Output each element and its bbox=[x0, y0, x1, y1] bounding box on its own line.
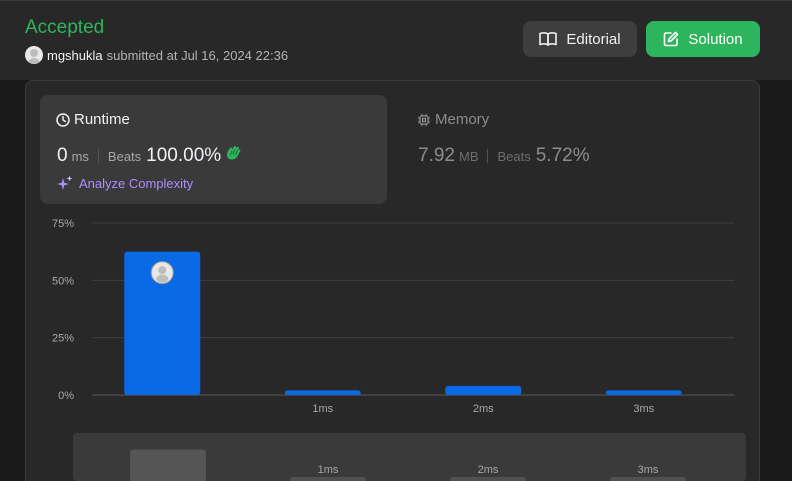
memory-value: 7.92 bbox=[418, 145, 455, 166]
editorial-label: Editorial bbox=[566, 30, 621, 48]
chart-bar bbox=[284, 390, 361, 395]
submitted-time: submitted at Jul 16, 2024 22:36 bbox=[106, 47, 289, 63]
submission-header: Accepted mgshukla submitted at Jul 16, 2… bbox=[0, 0, 792, 80]
divider bbox=[487, 149, 489, 163]
chart-minimap[interactable]: 1ms 2ms 3ms bbox=[73, 433, 746, 481]
x-tick-label: 2ms bbox=[473, 403, 494, 415]
y-tick-label: 25% bbox=[52, 333, 74, 345]
minimap-label: 3ms bbox=[638, 464, 659, 476]
analyze-label: Analyze Complexity bbox=[79, 175, 194, 191]
editorial-button[interactable]: Editorial bbox=[523, 21, 637, 57]
memory-card[interactable]: Memory 7.92 MB Beats 5.72% bbox=[417, 95, 757, 204]
memory-unit: MB bbox=[458, 149, 479, 164]
solution-button[interactable]: Solution bbox=[646, 21, 760, 57]
solution-label: Solution bbox=[688, 30, 743, 48]
user-avatar-head bbox=[158, 266, 167, 275]
username-link[interactable]: mgshukla bbox=[47, 48, 103, 63]
memory-metric: 7.92 MB Beats 5.72% bbox=[418, 145, 590, 167]
memory-beats-value: 5.72% bbox=[535, 145, 590, 166]
chart-bar bbox=[445, 385, 522, 395]
minimap-label: 2ms bbox=[478, 464, 499, 476]
divider bbox=[97, 149, 99, 163]
clock-icon bbox=[56, 112, 70, 127]
analyze-complexity-link[interactable]: Analyze Complexity bbox=[57, 175, 193, 191]
status-title: Accepted bbox=[25, 17, 105, 38]
minimap-label: 1ms bbox=[318, 464, 339, 476]
avatar[interactable] bbox=[25, 46, 43, 64]
y-tick-label: 75% bbox=[52, 218, 74, 230]
memory-title-label: Memory bbox=[435, 111, 490, 128]
edit-icon bbox=[664, 31, 679, 47]
runtime-title-label: Runtime bbox=[74, 111, 130, 128]
runtime-beats-value: 100.00% bbox=[146, 145, 222, 166]
x-tick-label: 1ms bbox=[312, 403, 333, 415]
runtime-card[interactable]: Runtime 0 ms Beats 100.00% Analyze Compl… bbox=[40, 95, 387, 204]
chart-bar bbox=[605, 390, 682, 395]
y-tick-label: 0% bbox=[58, 390, 74, 402]
submitter-info: mgshukla submitted at Jul 16, 2024 22:36 bbox=[25, 46, 288, 64]
minimap-bar bbox=[450, 477, 526, 481]
clap-icon bbox=[227, 146, 241, 160]
book-icon bbox=[539, 32, 558, 46]
runtime-title: Runtime bbox=[56, 111, 130, 128]
sparkle-icon bbox=[57, 175, 73, 190]
runtime-beats-label: Beats bbox=[107, 149, 142, 164]
runtime-value: 0 bbox=[57, 145, 68, 166]
minimap-bar bbox=[610, 477, 686, 481]
minimap-bar bbox=[130, 449, 206, 481]
y-tick-label: 50% bbox=[52, 275, 74, 287]
runtime-unit: ms bbox=[71, 149, 89, 164]
user-avatar-body bbox=[156, 274, 169, 283]
memory-beats-label: Beats bbox=[497, 149, 531, 164]
runtime-distribution-chart: 0% 25% 50% 75% 1ms 2ms 3ms bbox=[52, 218, 734, 415]
minimap-bar bbox=[290, 477, 366, 481]
runtime-metric: 0 ms Beats 100.00% bbox=[57, 145, 243, 167]
minimap-svg: 1ms 2ms 3ms bbox=[130, 449, 686, 481]
memory-title: Memory bbox=[417, 111, 489, 128]
chip-icon bbox=[418, 113, 430, 126]
x-tick-label: 3ms bbox=[633, 403, 654, 415]
